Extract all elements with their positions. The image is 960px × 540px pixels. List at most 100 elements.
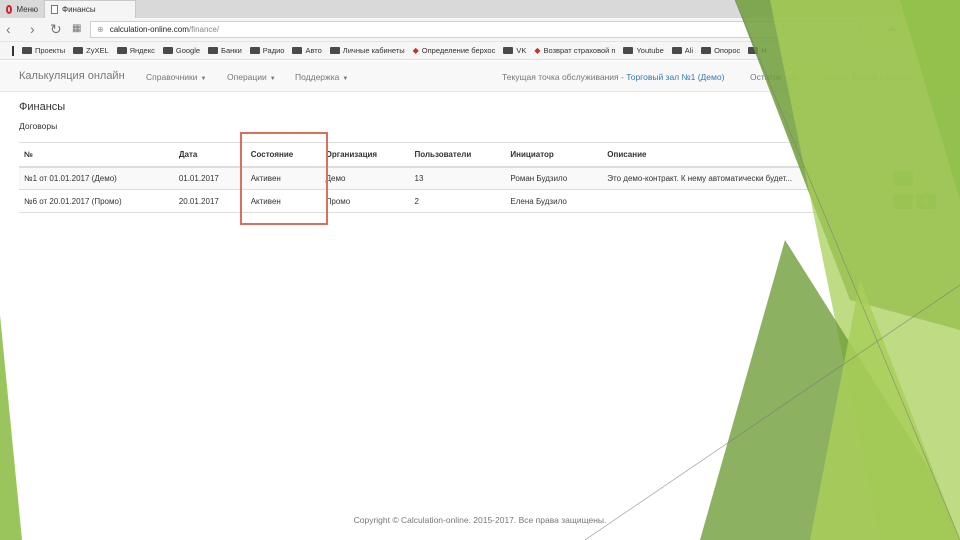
settings-icon[interactable]: ⚙ (915, 193, 936, 209)
contract-organization: Демо (320, 166, 410, 190)
browser-tab-strip: Меню Финансы – □ ✕ (0, 0, 960, 18)
service-point-prefix: Текущая точка обслуживания - (502, 72, 624, 82)
bookmark-label: VK (516, 46, 527, 55)
deco-line-cross (584, 284, 960, 540)
brand-link[interactable]: Калькуляция онлайн (19, 70, 125, 82)
app-navbar: Калькуляция онлайн Справочники ▼ Операции… (0, 61, 960, 92)
table-header-row: № Дата Состояние Организация Пользовател… (19, 142, 941, 168)
menu-directories[interactable]: Справочники ▼ (146, 72, 206, 82)
bookmark-item[interactable]: Ali (671, 46, 694, 55)
page-title: Финансы (19, 101, 66, 113)
contract-date: 01.01.2017 (173, 166, 246, 190)
folder-icon (623, 47, 634, 54)
column-users[interactable]: Пользователи (409, 142, 506, 168)
bookmark-item[interactable]: ◆ Определение берхос (413, 46, 496, 55)
bookmark-item[interactable]: ◆ Возврат страховой п (534, 46, 615, 55)
column-organization[interactable]: Организация (320, 142, 410, 168)
column-number[interactable]: № (19, 142, 174, 168)
bookmark-label: H (761, 46, 767, 55)
maximize-icon[interactable]: □ (917, 2, 922, 13)
bookmark-label: Радио (262, 46, 285, 55)
menu-operations[interactable]: Операции ▼ (227, 72, 276, 82)
url-input[interactable]: ⊕ calculation-online.com/finance/ (90, 21, 860, 38)
bookmark-item[interactable]: VK (503, 46, 526, 55)
opera-logo-icon (6, 4, 13, 14)
menu-operations-label: Операции (227, 72, 267, 82)
page-icon (51, 5, 58, 14)
bookmark-label: Ali (684, 46, 694, 55)
status-column-highlight (240, 132, 328, 225)
user-greeting[interactable]: Привет, Елена Будзило (820, 72, 912, 82)
bookmark-item[interactable]: Google (162, 46, 201, 55)
bookmark-label: Личные кабинеты (342, 46, 405, 55)
forward-arrow-icon[interactable]: › (30, 21, 35, 37)
balance-text: Остаток - 0р. (750, 72, 801, 82)
table-row[interactable]: №6 от 20.01.2017 (Промо) 20.01.2017 Акти… (19, 189, 941, 213)
bookmark-item[interactable]: Youtube (623, 46, 664, 55)
bookmark-item[interactable]: Опорос (701, 46, 740, 55)
deco-triangle-bottom (700, 240, 960, 540)
column-date[interactable]: Дата (173, 142, 246, 168)
greeting-prefix: Привет, (820, 72, 850, 82)
menu-support[interactable]: Поддержка ▼ (295, 72, 348, 82)
search-icon[interactable]: ⌕ (892, 170, 913, 186)
contract-users-link[interactable]: 2 (409, 189, 506, 213)
bookmark-item[interactable]: Яндекс (116, 46, 155, 55)
site-info-icon[interactable]: ⊕ (97, 25, 104, 34)
contracts-link[interactable]: Договоры (19, 121, 57, 131)
column-description[interactable]: Описание (602, 142, 888, 168)
contract-description: Это демо-контракт. К нему автоматически … (602, 166, 888, 190)
bookmark-label: Проекты (35, 46, 66, 55)
deco-triangle-bottom-light (810, 280, 960, 540)
back-arrow-icon[interactable]: ‹ (6, 21, 11, 37)
bookmark-item[interactable]: ZyXEL (73, 46, 109, 55)
speed-dial-icon[interactable]: ▦ (72, 21, 81, 37)
contract-initiator: Елена Будзило (505, 189, 603, 213)
column-initiator[interactable]: Инициатор (505, 142, 603, 168)
bookmark-icon: ◆ (412, 46, 419, 55)
reload-icon[interactable]: ↻ (50, 21, 62, 37)
service-point-link[interactable]: Торговый зал №1 (Демо) (626, 72, 724, 82)
download-icon[interactable]: ⤓ (909, 23, 913, 34)
bookmark-label: Яндекс (129, 46, 155, 55)
folder-icon (249, 47, 260, 54)
bookmark-label: Google (175, 46, 201, 55)
url-host: calculation-online.com (109, 25, 189, 34)
page-footer: Copyright © Calculation-online. 2015-201… (353, 515, 607, 525)
address-bar-actions: ♡ ☁ ⤓ (866, 23, 913, 34)
browser-tab-label: Финансы (62, 5, 96, 14)
cloud-icon[interactable]: ☁ (887, 23, 897, 34)
folder-icon (503, 47, 514, 54)
bookmark-label: Авто (305, 46, 322, 55)
table-row[interactable]: №1 от 01.01.2017 (Демо) 01.01.2017 Актив… (19, 166, 941, 190)
browser-tab-finance[interactable]: Финансы (44, 0, 136, 18)
search-icon[interactable]: ⌕ (892, 193, 913, 209)
user-name: Елена Будзило (852, 72, 913, 82)
bookmark-item[interactable]: Личные кабинеты (329, 46, 405, 55)
menu-support-label: Поддержка (295, 72, 340, 82)
bookmark-label: Возврат страховой п (543, 46, 616, 55)
bookmark-label: Youtube (636, 46, 664, 55)
service-point-info: Текущая точка обслуживания - Торговый за… (502, 72, 724, 82)
contracts-table: № Дата Состояние Организация Пользовател… (19, 142, 941, 213)
window-controls: – □ ✕ (894, 2, 948, 13)
bookmark-item[interactable]: H (748, 46, 767, 55)
contract-users-link[interactable]: 13 (409, 166, 506, 190)
bookmark-item[interactable]: Проекты (22, 46, 65, 55)
bookmark-label: Банки (221, 46, 242, 55)
bookmark-item[interactable]: Радио (249, 46, 285, 55)
menu-directories-label: Справочники (146, 72, 198, 82)
folder-icon (701, 47, 712, 54)
contract-organization: Промо (320, 189, 410, 213)
bookmark-item[interactable]: Банки (208, 46, 242, 55)
close-window-icon[interactable]: ✕ (940, 2, 948, 13)
heart-icon[interactable]: ♡ (866, 23, 875, 34)
folder-icon (162, 47, 173, 54)
contract-number[interactable]: №6 от 20.01.2017 (Промо) (19, 189, 174, 213)
bookmark-item[interactable]: Авто (292, 46, 322, 55)
contract-number[interactable]: №1 от 01.01.2017 (Демо) (19, 166, 174, 190)
minimize-icon[interactable]: – (894, 2, 899, 13)
url-path: /finance/ (188, 25, 220, 34)
browser-menu-button[interactable]: Меню (0, 0, 44, 18)
bookmarks-separator (12, 45, 14, 56)
